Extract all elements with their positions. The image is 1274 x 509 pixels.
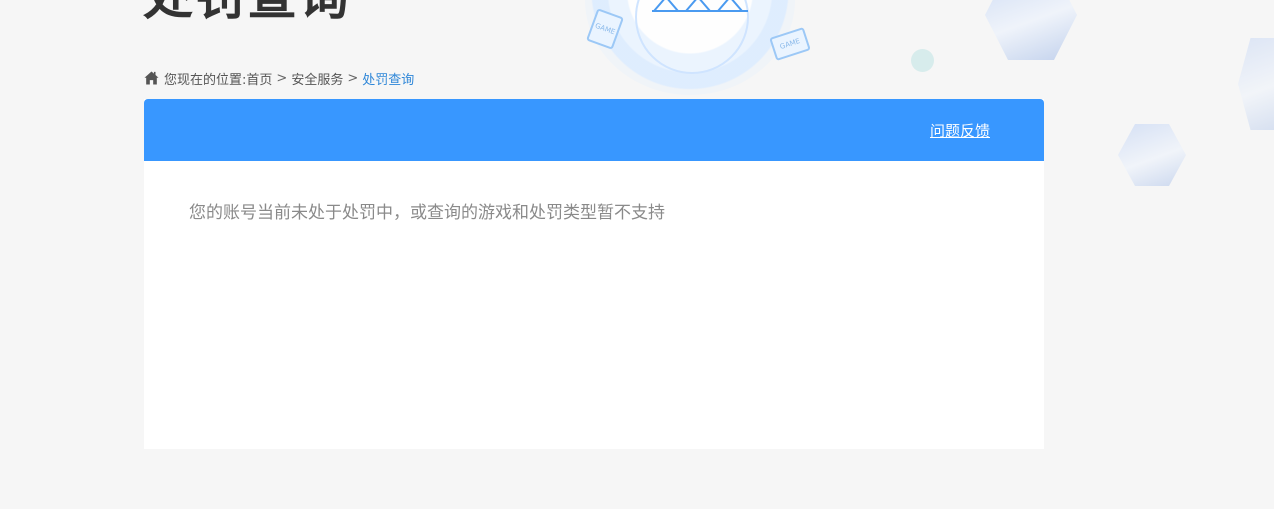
panel-header: 问题反馈	[144, 99, 1044, 161]
decorative-game-tag: GAME	[769, 27, 811, 61]
breadcrumb: 您现在的位置: 首页 > 安全服务 > 处罚查询	[144, 69, 415, 88]
decorative-game-tag: GAME	[586, 8, 624, 50]
panel-body: 您的账号当前未处于处罚中，或查询的游戏和处罚类型暂不支持	[144, 161, 1044, 223]
decorative-hexagon	[1118, 124, 1186, 186]
feedback-link[interactable]: 问题反馈	[930, 120, 990, 141]
penalty-panel: 问题反馈 您的账号当前未处于处罚中，或查询的游戏和处罚类型暂不支持	[144, 99, 1044, 449]
decorative-ring-inner	[635, 0, 749, 74]
decorative-triangles	[652, 0, 748, 12]
decorative-hexagon	[985, 0, 1077, 60]
decorative-ring	[585, 0, 795, 95]
decorative-dot	[911, 49, 934, 72]
page-title: 处罚查询	[143, 0, 351, 22]
breadcrumb-current: 处罚查询	[362, 72, 415, 88]
breadcrumb-prefix: 您现在的位置:	[164, 72, 247, 88]
status-message: 您的账号当前未处于处罚中，或查询的游戏和处罚类型暂不支持	[189, 203, 665, 223]
breadcrumb-security-link[interactable]: 安全服务	[291, 69, 343, 88]
decorative-game-tag-text: GAME	[778, 36, 802, 52]
home-icon	[144, 71, 159, 85]
breadcrumb-home-link[interactable]: 首页	[246, 69, 272, 88]
breadcrumb-separator: >	[347, 70, 359, 86]
breadcrumb-separator: >	[276, 70, 288, 86]
decorative-hexagon	[1238, 38, 1274, 130]
decorative-game-tag-text: GAME	[593, 21, 617, 37]
